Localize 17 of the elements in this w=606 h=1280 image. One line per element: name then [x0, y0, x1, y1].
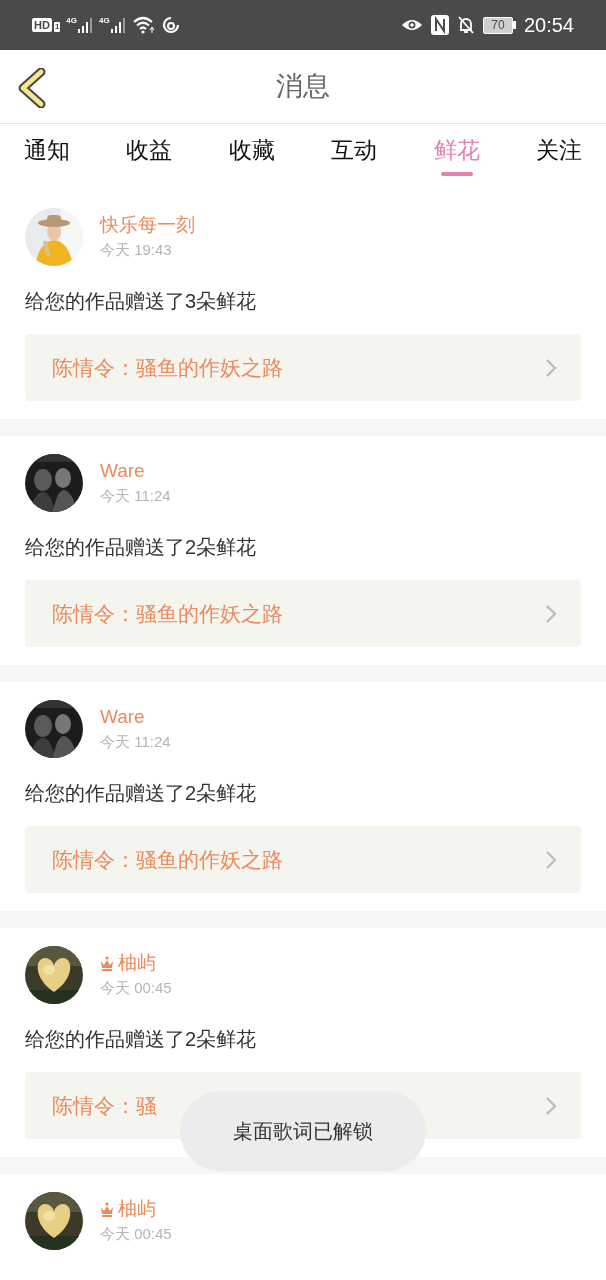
hd-badge: HD	[32, 18, 52, 32]
message-text: 给您的作品赠送了3朵鲜花	[25, 289, 258, 314]
clock: 20:54	[523, 13, 574, 38]
message-text: 给您的作品赠送了2朵鲜花	[25, 1027, 258, 1052]
page-title: 消息	[276, 70, 330, 104]
timestamp: 今天 00:45	[100, 1224, 172, 1244]
toast: 桌面歌词已解锁	[180, 1091, 426, 1171]
timestamp: 今天 19:43	[100, 240, 173, 260]
timestamp: 今天 11:24	[100, 732, 171, 752]
network-label: 4G	[99, 16, 110, 25]
message-text: 给您的作品赠送了2朵鲜花	[25, 781, 258, 806]
timestamp: 今天 00:45	[100, 978, 172, 998]
network-label: 4G	[66, 16, 77, 25]
message-text: 给您的作品赠送了2朵鲜花	[25, 535, 258, 560]
timestamp: 今天 11:24	[100, 486, 171, 506]
battery-indicator: 70	[482, 16, 513, 34]
sim-badge: 1	[53, 22, 61, 32]
